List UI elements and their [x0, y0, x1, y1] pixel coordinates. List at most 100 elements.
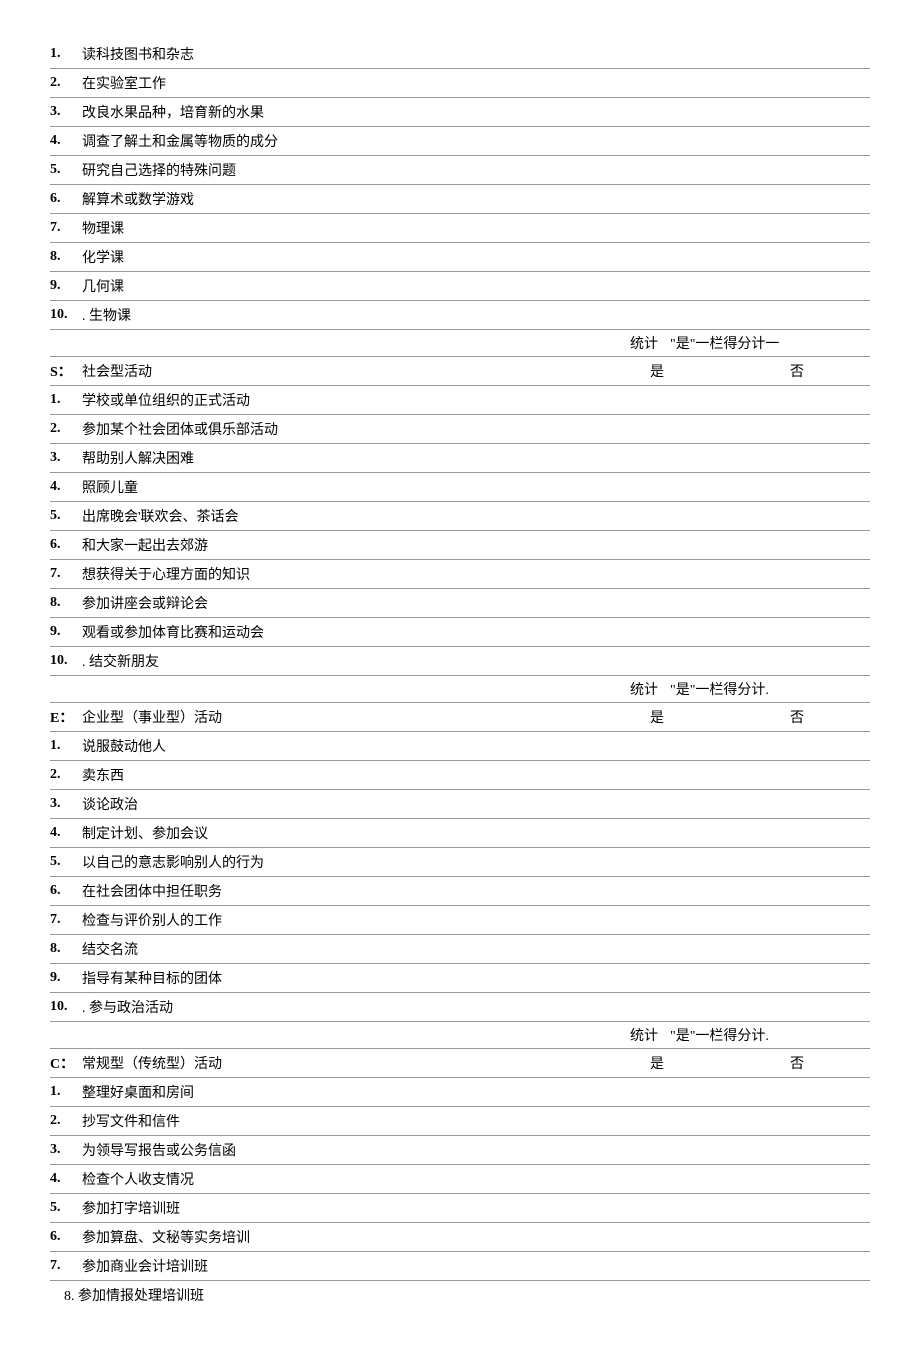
item-text: 几何课 — [78, 276, 870, 296]
item-row: 7.想获得关于心理方面的知识 — [50, 560, 870, 589]
item-number: 3. — [50, 450, 78, 466]
item-text: 出席晚会'联欢会、茶话会 — [78, 506, 870, 526]
item-text: 改良水果品种，培育新的水果 — [78, 102, 870, 122]
item-number: 5. — [50, 1200, 78, 1216]
item-number: 2. — [50, 1113, 78, 1129]
item-number: 9. — [50, 278, 78, 294]
item-text: 帮助别人解决困难 — [78, 448, 870, 468]
item-number: 7. — [50, 220, 78, 236]
item-row: 8.化学课 — [50, 243, 870, 272]
item-text: 参加打字培训班 — [78, 1198, 870, 1218]
item-text: 参加讲座会或辩论会 — [78, 593, 870, 613]
item-row: 3.帮助别人解决困难 — [50, 444, 870, 473]
item-text: 卖东西 — [78, 765, 870, 785]
item-number: 5. — [50, 508, 78, 524]
item-number: 10. — [50, 653, 78, 669]
item-row: 4.制定计划、参加会议 — [50, 819, 870, 848]
item-text: 调查了解土和金属等物质的成分 — [78, 131, 870, 151]
item-text: 和大家一起出去郊游 — [78, 535, 870, 555]
item-text: 检查与评价别人的工作 — [78, 910, 870, 930]
section-header: C： 常规型（传统型）活动 是 否 — [50, 1049, 870, 1078]
item-text: . 结交新朋友 — [78, 651, 870, 671]
item-text: 参加算盘、文秘等实务培训 — [78, 1227, 870, 1247]
item-number: 8. — [50, 249, 78, 265]
item-number: 6. — [50, 191, 78, 207]
item-number: 8. — [50, 595, 78, 611]
item-number: 9. — [50, 970, 78, 986]
item-row: 4.检查个人收支情况 — [50, 1165, 870, 1194]
item-number: 6. — [50, 883, 78, 899]
item-row: 10.. 结交新朋友 — [50, 647, 870, 676]
item-row: 9.观看或参加体育比赛和运动会 — [50, 618, 870, 647]
item-number: 6. — [50, 1229, 78, 1245]
item-row: 6.和大家一起出去郊游 — [50, 531, 870, 560]
item-row: 6.在社会团体中担任职务 — [50, 877, 870, 906]
no-header: 否 — [790, 1053, 870, 1073]
item-row: 1.说服鼓动他人 — [50, 732, 870, 761]
item-number: 4. — [50, 479, 78, 495]
item-row: 10.. 参与政治活动 — [50, 993, 870, 1022]
item-row: 5.出席晚会'联欢会、茶话会 — [50, 502, 870, 531]
last-item: 8. 参加情报处理培训班 — [50, 1281, 870, 1305]
yes-header: 是 — [630, 1053, 790, 1073]
item-row: 3.为领导写报告或公务信函 — [50, 1136, 870, 1165]
item-number: 2. — [50, 767, 78, 783]
stat-row: 统计 "是"一栏得分计一 — [50, 330, 870, 357]
item-number: 9. — [50, 624, 78, 640]
stat-row: 统计 "是"一栏得分计. — [50, 676, 870, 703]
item-text: 参加某个社会团体或俱乐部活动 — [78, 419, 870, 439]
item-number: 6. — [50, 537, 78, 553]
section-title: 常规型（传统型）活动 — [78, 1053, 630, 1073]
item-text: 读科技图书和杂志 — [78, 44, 650, 64]
item-text: . 生物课 — [78, 305, 870, 325]
item-number: 4. — [50, 133, 78, 149]
item-row: 1.学校或单位组织的正式活动 — [50, 386, 870, 415]
item-text: 检查个人收支情况 — [78, 1169, 870, 1189]
stat-text: "是"一栏得分计. — [670, 1025, 870, 1045]
item-number: 3. — [50, 1142, 78, 1158]
item-row: 9.几何课 — [50, 272, 870, 301]
stat-text: "是"一栏得分计. — [670, 679, 870, 699]
item-row: 6.参加算盘、文秘等实务培训 — [50, 1223, 870, 1252]
item-text: 研究自己选择的特殊问题 — [78, 160, 870, 180]
item-text: 照顾儿童 — [78, 477, 870, 497]
yes-header: 是 — [630, 361, 790, 381]
item-number: 5. — [50, 854, 78, 870]
item-number: 2. — [50, 421, 78, 437]
item-text: 想获得关于心理方面的知识 — [78, 564, 870, 584]
no-header: 否 — [790, 707, 870, 727]
item-text: 在实验室工作 — [78, 73, 650, 93]
item-text: . 参与政治活动 — [78, 997, 870, 1017]
item-row: 5.参加打字培训班 — [50, 1194, 870, 1223]
stat-label: 统计 — [630, 1025, 670, 1045]
stat-text: "是"一栏得分计一 — [670, 333, 870, 353]
item-number: 1. — [50, 738, 78, 754]
item-row: 6.解算术或数学游戏 — [50, 185, 870, 214]
item-row: 10.. 生物课 — [50, 301, 870, 330]
item-number: 10. — [50, 999, 78, 1015]
item-row: 9.指导有某种目标的团体 — [50, 964, 870, 993]
item-number: 4. — [50, 825, 78, 841]
item-text: 结交名流 — [78, 939, 870, 959]
item-number: 8. — [50, 941, 78, 957]
section-header: E： 企业型（事业型）活动 是 否 — [50, 703, 870, 732]
item-number: 1. — [50, 46, 78, 62]
item-number: 7. — [50, 912, 78, 928]
section-code: E： — [50, 707, 78, 727]
stat-row: 统计 "是"一栏得分计. — [50, 1022, 870, 1049]
stat-label: 统计 — [630, 679, 670, 699]
item-number: 1. — [50, 392, 78, 408]
item-row: 1. 读科技图书和杂志 — [50, 40, 870, 69]
item-text: 解算术或数学游戏 — [78, 189, 870, 209]
stat-label: 统计 — [630, 333, 670, 353]
item-row: 2.卖东西 — [50, 761, 870, 790]
item-text: 观看或参加体育比赛和运动会 — [78, 622, 870, 642]
section-code: S： — [50, 361, 78, 381]
item-row: 4.照顾儿童 — [50, 473, 870, 502]
item-text: 以自己的意志影响别人的行为 — [78, 852, 870, 872]
item-number: 1. — [50, 1084, 78, 1100]
item-row: 7.物理课 — [50, 214, 870, 243]
item-text: 指导有某种目标的团体 — [78, 968, 870, 988]
item-row: 3.改良水果品种，培育新的水果 — [50, 98, 870, 127]
item-number: 2. — [50, 75, 78, 91]
